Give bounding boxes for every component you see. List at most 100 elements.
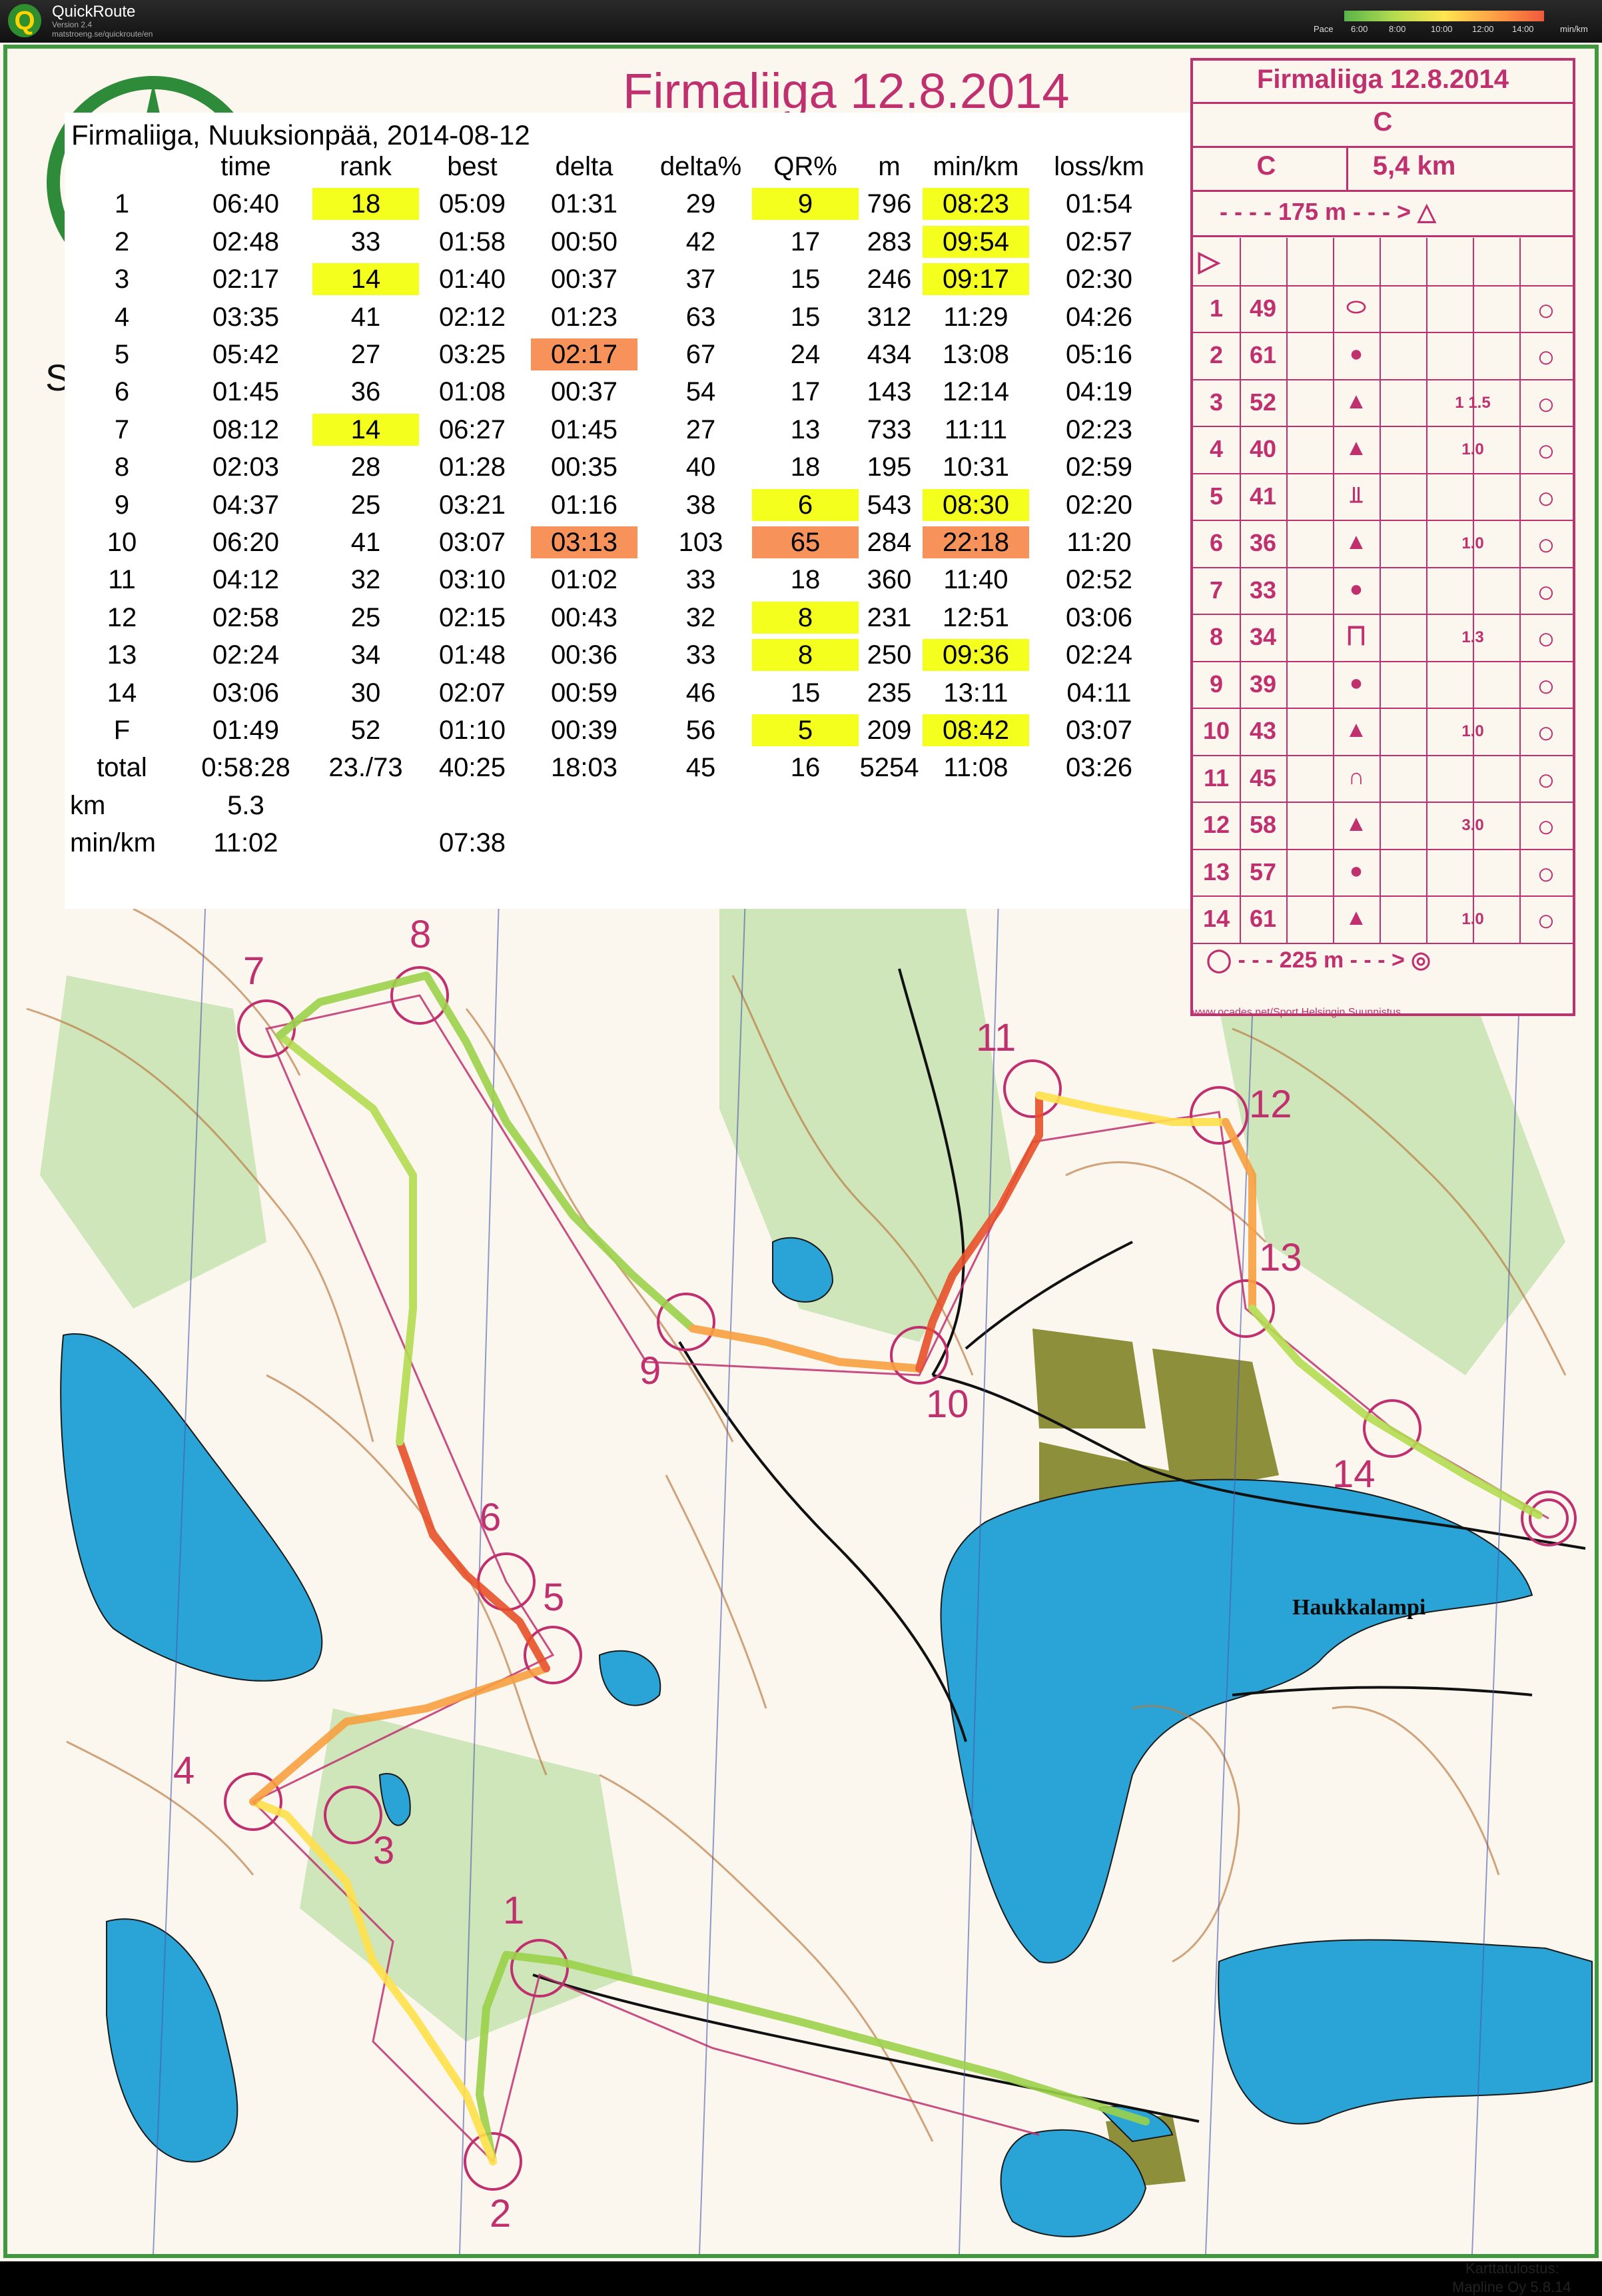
app-url[interactable]: matstroeng.se/quickroute/en: [52, 29, 153, 39]
control-number-10: 10: [926, 1383, 969, 1426]
description-grid-line: [1193, 614, 1573, 615]
description-grid-line: [1193, 566, 1573, 568]
splits-header-cell: min/km: [933, 152, 1019, 181]
splits-cell: 30: [350, 678, 381, 708]
splits-cell: 2: [114, 227, 130, 257]
description-grid-line: [1286, 238, 1288, 943]
control-feature-icon: ▲: [1345, 717, 1368, 742]
control-location-icon: ○: [1537, 856, 1555, 891]
control-number-9: 9: [639, 1349, 661, 1393]
splits-cell: 11:11: [944, 414, 1008, 444]
splits-cell: 231: [867, 602, 912, 632]
splits-cell: 27: [685, 414, 716, 444]
splits-header-cell: delta%: [659, 152, 742, 181]
splits-cell: 6: [114, 377, 130, 407]
splits-cell: 14: [312, 413, 419, 446]
splits-cell: 02:15: [438, 602, 506, 632]
splits-cell: 733: [867, 414, 912, 444]
splits-cell: 04:26: [1065, 302, 1133, 332]
splits-cell: 03:25: [438, 340, 506, 369]
splits-cell: 42: [685, 227, 716, 257]
control-location-icon: ○: [1537, 809, 1555, 844]
control-description-number: 14: [1202, 905, 1230, 932]
splits-cell: 01:49: [212, 716, 280, 745]
splits-footer-label: km: [70, 790, 106, 820]
description-course: C: [1256, 151, 1276, 181]
control-number-7: 7: [243, 949, 265, 993]
splits-cell: 01:58: [438, 227, 506, 257]
map-event-title: Firmaliiga 12.8.2014: [623, 63, 1070, 119]
description-grid-line: [1193, 708, 1573, 709]
splits-cell: 5: [114, 340, 130, 369]
control-description-code: 61: [1249, 905, 1277, 932]
control-feature-icon: ⫫: [1350, 482, 1363, 508]
splits-footer-label: min/km: [70, 828, 156, 858]
control-description-number: 3: [1209, 388, 1224, 416]
splits-cell: 02:48: [212, 227, 280, 257]
control-number-3: 3: [373, 1829, 395, 1872]
splits-cell: 1: [114, 189, 130, 219]
control-description-number: 13: [1202, 858, 1230, 885]
control-number-6: 6: [480, 1496, 502, 1539]
splits-cell: 00:36: [550, 640, 618, 670]
splits-cell: total: [97, 753, 147, 783]
splits-cell: 33: [685, 565, 716, 595]
printer-credit-line2: Mapline Oy 5.8.14: [1452, 2279, 1571, 2295]
pace-tick: 12:00: [1472, 24, 1494, 34]
splits-cell: 08:23: [923, 188, 1029, 221]
control-location-icon: ○: [1537, 386, 1555, 421]
splits-cell: 360: [867, 565, 912, 595]
control-feature-icon: ●: [1349, 576, 1364, 602]
splits-header-cell: delta: [555, 152, 613, 181]
description-grid-line: [1193, 190, 1573, 192]
control-description-code: 41: [1249, 482, 1277, 510]
splits-cell: 01:02: [550, 565, 618, 595]
splits-cell: 12: [107, 602, 137, 632]
control-feature-icon: ⬭: [1346, 294, 1366, 320]
splits-cell: 25: [350, 490, 381, 520]
splits-cell: 04:12: [212, 565, 280, 595]
splits-cell: 38: [685, 490, 716, 520]
control-location-icon: ○: [1537, 668, 1555, 703]
description-class: C: [1373, 107, 1393, 137]
splits-footer-value: 5.3: [227, 790, 264, 820]
control-feature-icon: ▲: [1345, 811, 1368, 836]
splits-cell: 05:42: [212, 340, 280, 369]
splits-cell: 41: [350, 528, 381, 557]
splits-cell: 312: [867, 302, 912, 332]
splits-cell: 41: [350, 302, 381, 332]
splits-cell: 09:36: [923, 639, 1029, 672]
start-triangle-icon: ▷: [1198, 245, 1220, 277]
control-description-dimension: 3.0: [1461, 816, 1484, 834]
splits-cell: 18: [312, 188, 419, 221]
splits-cell: 01:16: [550, 490, 618, 520]
description-grid-line: [1426, 238, 1427, 943]
description-grid-line: [1193, 660, 1573, 662]
control-location-icon: ○: [1537, 621, 1555, 656]
splits-footer-value: 11:02: [213, 828, 278, 858]
splits-cell: 10: [107, 528, 137, 557]
splits-cell: 01:31: [550, 189, 618, 219]
description-grid-line: [1193, 332, 1573, 333]
splits-cell: 34: [350, 640, 381, 670]
splits-cell: 01:08: [438, 377, 506, 407]
splits-cell: 02:52: [1065, 565, 1133, 595]
splits-footer-value: 07:38: [438, 828, 506, 858]
splits-cell: 52: [350, 716, 381, 745]
description-url[interactable]: www.ocades.net/Sport Helsingin Suunnistu…: [1192, 1007, 1401, 1019]
control-feature-icon: ●: [1349, 858, 1364, 883]
splits-cell: 00:59: [550, 678, 618, 708]
splits-cell: 08:42: [923, 714, 1029, 746]
control-location-icon: ○: [1537, 527, 1555, 562]
splits-cell: 40:25: [438, 753, 506, 783]
splits-header-cell: loss/km: [1054, 152, 1144, 181]
control-description-number: 7: [1209, 576, 1224, 604]
control-location-icon: ○: [1537, 292, 1555, 327]
orienteering-map[interactable]: Firmaliiga 12.8.2014 1 2 3 4 5 6 7 8 9 1…: [0, 43, 1602, 2295]
control-description-number: 9: [1209, 670, 1224, 698]
control-description-code: 33: [1249, 576, 1277, 604]
splits-cell: 13: [107, 640, 137, 670]
splits-cell: 46: [685, 678, 716, 708]
description-grid-line: [1193, 378, 1573, 380]
description-grid-line: [1193, 146, 1573, 148]
